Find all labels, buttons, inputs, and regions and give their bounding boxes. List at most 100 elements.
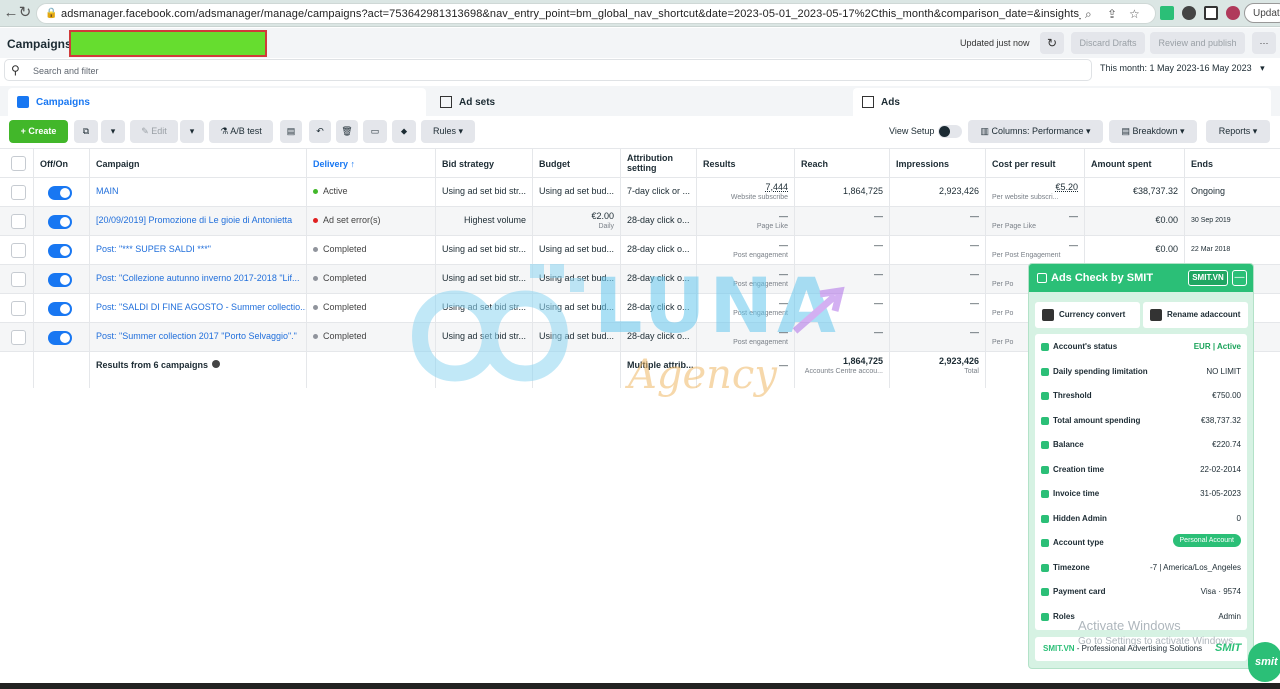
chevron-down-icon: ▾ <box>1260 63 1265 73</box>
row-checkbox[interactable] <box>11 272 26 287</box>
smit-minimize-button[interactable]: — <box>1232 270 1247 286</box>
tag-icon[interactable]: ⬥ <box>392 120 416 143</box>
create-button[interactable]: + Create <box>9 120 68 143</box>
share-icon[interactable]: ⇪ <box>1107 7 1117 21</box>
col-cost-per-result[interactable]: Cost per result <box>986 149 1085 177</box>
updated-status: Updated just now <box>960 38 1030 48</box>
duplicate-dropdown[interactable]: ▾ <box>101 120 125 143</box>
rules-button[interactable]: Rules ▾ <box>421 120 475 143</box>
ads-icon <box>862 96 874 108</box>
reach-value: — <box>874 327 883 337</box>
campaigns-icon <box>17 96 29 108</box>
review-publish-button[interactable]: Review and publish <box>1150 32 1245 54</box>
clipboard-icon[interactable]: ▤ <box>280 120 302 143</box>
impressions-cell: — <box>890 265 986 293</box>
row-checkbox[interactable] <box>11 185 26 200</box>
search-bar[interactable]: ⚲ Search and filter <box>4 59 1092 81</box>
budget-cell: €2.00 Daily <box>533 207 621 235</box>
col-offon[interactable]: Off/On <box>34 149 90 177</box>
col-results[interactable]: Results <box>697 149 795 177</box>
summary-spacer <box>34 352 90 388</box>
row-checkbox[interactable] <box>11 330 26 345</box>
impressions-cell: — <box>890 323 986 351</box>
campaign-name-link[interactable]: Post: "Collezione autunno inverno 2017-2… <box>96 273 300 283</box>
campaign-toggle[interactable] <box>48 331 72 345</box>
smit-info-list: Account's status EUR | Active Daily spendi… <box>1035 334 1247 630</box>
rename-adaccount-button[interactable]: Rename adaccount <box>1143 302 1248 328</box>
row-checkbox[interactable] <box>11 301 26 316</box>
campaign-name-link[interactable]: Post: "SALDI DI FINE AGOSTO - Summer col… <box>96 302 306 312</box>
delivery-status-dot <box>313 276 318 282</box>
refresh-button[interactable]: ↻ <box>1040 32 1064 54</box>
update-button[interactable]: Update <box>1244 3 1280 23</box>
smit-info-value: EUR | Active <box>1193 342 1241 351</box>
cost-per-result-cell: — Per Post Engagement <box>986 236 1085 264</box>
reports-button[interactable]: Reports ▾ <box>1206 120 1270 143</box>
col-impressions[interactable]: Impressions <box>890 149 986 177</box>
smit-floating-button[interactable]: smit <box>1248 642 1280 682</box>
campaign-toggle[interactable] <box>48 244 72 258</box>
campaign-name-link[interactable]: Post: "*** SUPER SALDI ***" <box>96 244 211 254</box>
campaign-name-link[interactable]: MAIN <box>96 186 119 196</box>
col-reach[interactable]: Reach <box>795 149 890 177</box>
tab-campaigns[interactable]: Campaigns <box>8 88 426 116</box>
bid-strategy-cell: Highest volume <box>436 207 533 235</box>
sidepanel-icon[interactable] <box>1204 6 1218 20</box>
view-setup-toggle[interactable] <box>938 125 962 138</box>
row-select-cell <box>0 294 34 322</box>
delivery-cell: Active <box>307 178 436 206</box>
puzzle-icon[interactable] <box>1182 6 1196 20</box>
currency-convert-button[interactable]: Currency convert <box>1035 302 1140 328</box>
campaign-name-link[interactable]: Post: "Summer collection 2017 "Porto Sel… <box>96 331 297 341</box>
more-button[interactable]: ··· <box>1252 32 1276 54</box>
tab-label: Ads <box>881 97 900 108</box>
preview-icon[interactable]: ▭ <box>363 120 387 143</box>
col-delivery[interactable]: Delivery ↑ <box>307 149 436 177</box>
attribution-text: 7-day click or ... <box>627 186 691 196</box>
ab-test-button[interactable]: ⚗ A/B test <box>209 120 273 143</box>
duplicate-button[interactable]: ⧉ <box>74 120 98 143</box>
campaign-toggle[interactable] <box>48 273 72 287</box>
row-checkbox[interactable] <box>11 214 26 229</box>
campaign-toggle[interactable] <box>48 186 72 200</box>
account-type-badge: Personal Account <box>1172 534 1241 547</box>
info-row-icon <box>1041 563 1049 572</box>
tab-ads[interactable]: Ads <box>853 88 1271 116</box>
address-bar[interactable]: 🔒 adsmanager.facebook.com/adsmanager/man… <box>36 3 1156 24</box>
select-all-checkbox[interactable] <box>11 156 26 171</box>
col-campaign[interactable]: Campaign <box>90 149 307 177</box>
breakdown-button[interactable]: ▤ Breakdown ▾ <box>1109 120 1197 143</box>
col-attribution[interactable]: Attribution setting <box>621 149 697 177</box>
zoom-icon[interactable]: ⌕ <box>1085 7 1092 22</box>
smit-info-value: €750.00 <box>1212 391 1241 400</box>
level-tabs: Campaigns Ad sets Ads <box>0 86 1280 116</box>
col-ends[interactable]: Ends <box>1185 149 1280 177</box>
reload-icon[interactable]: ↻ <box>16 4 34 22</box>
smit-badge[interactable]: SMIT.VN <box>1188 270 1228 286</box>
ab-test-label: A/B test <box>230 126 262 136</box>
col-bid-strategy[interactable]: Bid strategy <box>436 149 533 177</box>
profile-avatar[interactable] <box>1226 6 1240 20</box>
smit-info-value: NO LIMIT <box>1206 366 1241 376</box>
discard-drafts-button[interactable]: Discard Drafts <box>1071 32 1145 54</box>
edit-dropdown[interactable]: ▾ <box>180 120 204 143</box>
row-checkbox[interactable] <box>11 243 26 258</box>
edit-button[interactable]: ✎ Edit <box>130 120 178 143</box>
campaign-toggle[interactable] <box>48 302 72 316</box>
col-amount-spent[interactable]: Amount spent <box>1085 149 1185 177</box>
tab-ad-sets[interactable]: Ad sets <box>431 88 849 116</box>
results-subtext: Website subscribe <box>730 194 788 201</box>
undo-icon[interactable]: ↶ <box>309 120 331 143</box>
summary-impressions-cell: 2,923,426 Total <box>890 352 986 388</box>
columns-button[interactable]: ▥ Columns: Performance ▾ <box>968 120 1103 143</box>
bookmark-star-icon[interactable]: ☆ <box>1129 7 1140 21</box>
row-toggle-cell <box>34 178 90 206</box>
campaign-toggle[interactable] <box>48 215 72 229</box>
delete-icon[interactable]: 🗑 <box>336 120 358 143</box>
row-toggle-cell <box>34 236 90 264</box>
amount-spent-value: €0.00 <box>1155 244 1178 254</box>
extension-icon[interactable] <box>1160 6 1174 20</box>
campaign-name-link[interactable]: [20/09/2019] Promozione di Le gioie di A… <box>96 215 292 225</box>
date-range-picker[interactable]: This month: 1 May 2023-16 May 2023 ▾ <box>1100 63 1265 74</box>
col-budget[interactable]: Budget <box>533 149 621 177</box>
